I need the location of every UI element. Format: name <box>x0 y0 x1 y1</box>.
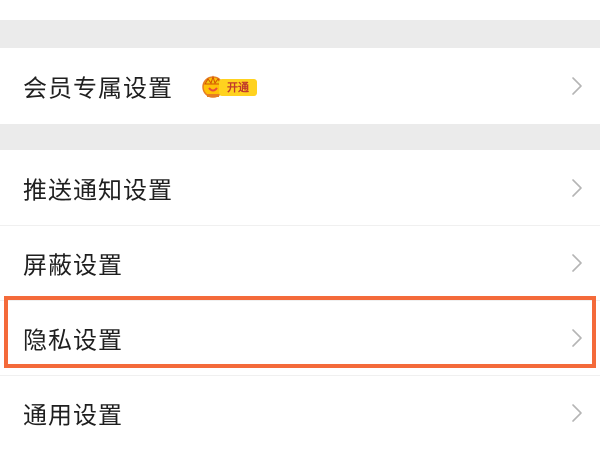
settings-item-privacy[interactable]: 隐私设置 <box>0 301 600 375</box>
settings-item-member[interactable]: 会员专属设置 开通 <box>0 48 600 124</box>
vip-open-label: 开通 <box>219 79 257 96</box>
chevron-right-icon <box>572 254 582 272</box>
section-gap <box>0 20 600 48</box>
settings-item-label: 推送通知设置 <box>23 176 173 205</box>
section-gap <box>0 124 600 150</box>
chevron-right-icon <box>572 329 582 347</box>
settings-item-label: 会员专属设置 <box>23 74 173 103</box>
chevron-right-icon <box>572 77 582 95</box>
top-strip <box>0 0 600 20</box>
settings-item-general[interactable]: 通用设置 <box>0 376 600 450</box>
chevron-right-icon <box>572 404 582 422</box>
settings-item-block[interactable]: 屏蔽设置 <box>0 226 600 300</box>
chevron-right-icon <box>572 179 582 197</box>
settings-item-label: 屏蔽设置 <box>23 251 123 280</box>
vip-open-badge[interactable]: 开通 <box>199 71 259 101</box>
settings-item-push-notifications[interactable]: 推送通知设置 <box>0 150 600 226</box>
settings-item-label: 通用设置 <box>23 401 123 430</box>
settings-page: 会员专属设置 开通 推送通知设置 屏蔽设置 隐私设置 通用设置 <box>0 0 600 450</box>
settings-item-label: 隐私设置 <box>23 326 123 355</box>
